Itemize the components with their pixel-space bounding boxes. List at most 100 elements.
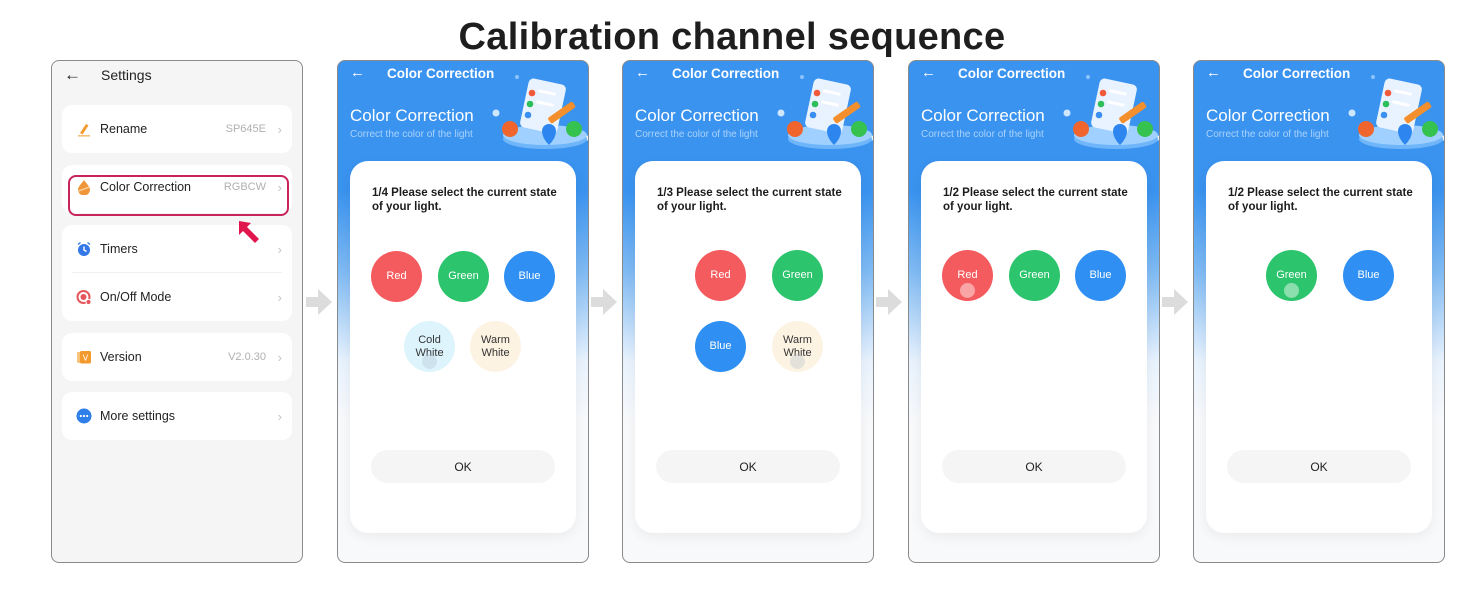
color-correction-highlight (68, 175, 289, 216)
chevron-right-icon: › (277, 121, 282, 137)
color-option-warm-white[interactable]: Warm White (772, 321, 823, 372)
header-title: Color Correction (1243, 66, 1351, 81)
color-option-green[interactable]: Green (772, 250, 823, 301)
touch-indicator (1284, 283, 1299, 298)
alarm-clock-icon (76, 241, 92, 257)
step-prompt: 1/2 Please select the current state of y… (1228, 187, 1413, 213)
ok-button[interactable]: OK (371, 450, 555, 483)
arrow-left-icon[interactable]: ← (1206, 64, 1221, 81)
option-label: Red (710, 269, 731, 281)
option-label: Red (957, 269, 978, 281)
right-arrow-icon (306, 289, 332, 315)
version-icon: V (76, 349, 92, 365)
item-label: Timers (100, 242, 138, 256)
step-prompt: 1/4 Please select the current state of y… (372, 187, 557, 213)
hero-title: Color Correction (1206, 106, 1330, 125)
ok-button[interactable]: OK (942, 450, 1126, 483)
item-label: On/Off Mode (100, 290, 172, 304)
color-option-green[interactable]: Green (1266, 250, 1317, 301)
hero-subtitle: Correct the color of the light (350, 129, 473, 140)
right-arrow-icon (591, 289, 617, 315)
selection-panel: 1/3 Please select the current state of y… (635, 161, 861, 533)
rename-card: Rename SP645E › (62, 105, 292, 153)
color-option-blue[interactable]: Blue (504, 251, 555, 302)
option-label: Green (1276, 269, 1307, 281)
selection-panel: 1/2 Please select the current state of y… (921, 161, 1147, 533)
settings-title: Settings (101, 67, 152, 83)
document-pencil-illustration-icon (492, 75, 588, 149)
selection-panel: 1/4 Please select the current state of y… (350, 161, 576, 533)
step-prompt: 1/3 Please select the current state of y… (657, 187, 842, 213)
option-label: Warm White (481, 333, 510, 359)
hero-title: Color Correction (921, 106, 1045, 125)
option-label: Red (386, 270, 407, 282)
more-dots-icon (76, 408, 92, 424)
right-arrow-icon (876, 289, 902, 315)
version-card: V Version V2.0.30 › (62, 333, 292, 381)
settings-item-more-settings[interactable]: More settings › (62, 392, 292, 440)
document-pencil-illustration-icon (1063, 75, 1159, 149)
touch-indicator (422, 354, 437, 369)
page-title: Calibration channel sequence (458, 16, 1006, 58)
item-label: Rename (100, 122, 148, 136)
item-value: V2.0.30 (228, 351, 266, 363)
chevron-right-icon: › (277, 241, 282, 257)
color-option-green[interactable]: Green (1009, 250, 1060, 301)
item-label: More settings (100, 409, 176, 423)
item-value: SP645E (225, 123, 266, 135)
pencil-icon (76, 121, 92, 137)
ok-button[interactable]: OK (656, 450, 840, 483)
item-label: Version (100, 350, 142, 364)
header-title: Color Correction (958, 66, 1066, 81)
color-option-red[interactable]: Red (695, 250, 746, 301)
more-settings-card: More settings › (62, 392, 292, 440)
arrow-left-icon[interactable]: ← (350, 64, 365, 81)
svg-text:V: V (83, 354, 89, 363)
pointer-arrow-icon (239, 221, 259, 243)
chevron-right-icon: › (277, 349, 282, 365)
option-label: Green (1019, 269, 1050, 281)
color-option-blue[interactable]: Blue (695, 321, 746, 372)
header-title: Color Correction (672, 66, 780, 81)
option-label: Blue (709, 340, 732, 352)
calibration-screen-step-2: ← Color Correction Color Correction Corr… (622, 60, 874, 563)
option-label: Blue (1089, 269, 1112, 281)
step-prompt: 1/2 Please select the current state of y… (943, 187, 1128, 213)
color-option-green[interactable]: Green (438, 251, 489, 302)
hero-title: Color Correction (635, 106, 759, 125)
calibration-screen-step-3: ← Color Correction Color Correction Corr… (908, 60, 1160, 563)
power-mode-icon (76, 289, 92, 305)
arrow-left-icon[interactable]: ← (64, 65, 81, 85)
header-title: Color Correction (387, 66, 495, 81)
hero-subtitle: Correct the color of the light (1206, 129, 1329, 140)
settings-item-rename[interactable]: Rename SP645E › (62, 105, 292, 153)
settings-item-version[interactable]: V Version V2.0.30 › (62, 333, 292, 381)
option-label: Blue (518, 270, 541, 282)
calibration-screen-step-4: ← Color Correction Color Correction Corr… (1193, 60, 1445, 563)
hero-subtitle: Correct the color of the light (921, 129, 1044, 140)
option-label: Green (448, 270, 479, 282)
selection-panel: 1/2 Please select the current state of y… (1206, 161, 1432, 533)
arrow-left-icon[interactable]: ← (635, 64, 650, 81)
settings-item-on-off-mode[interactable]: On/Off Mode › (62, 273, 292, 321)
hero-subtitle: Correct the color of the light (635, 129, 758, 140)
settings-topbar: ← Settings (52, 61, 302, 93)
color-option-red[interactable]: Red (371, 251, 422, 302)
arrow-left-icon[interactable]: ← (921, 64, 936, 81)
color-option-blue[interactable]: Blue (1075, 250, 1126, 301)
touch-indicator (790, 354, 805, 369)
touch-indicator (960, 283, 975, 298)
option-label: Green (782, 269, 813, 281)
ok-button[interactable]: OK (1227, 450, 1411, 483)
option-label: Blue (1357, 269, 1380, 281)
color-option-red[interactable]: Red (942, 250, 993, 301)
calibration-screen-step-1: ← Color Correction Color Correction Corr… (337, 60, 589, 563)
chevron-right-icon: › (277, 289, 282, 305)
settings-screen: ← Settings Rename SP645E › Color Correct… (51, 60, 303, 563)
color-option-warm-white[interactable]: Warm White (470, 321, 521, 372)
color-option-blue[interactable]: Blue (1343, 250, 1394, 301)
document-pencil-illustration-icon (1348, 75, 1444, 149)
color-option-cold-white[interactable]: Cold White (404, 321, 455, 372)
chevron-right-icon: › (277, 408, 282, 424)
document-pencil-illustration-icon (777, 75, 873, 149)
